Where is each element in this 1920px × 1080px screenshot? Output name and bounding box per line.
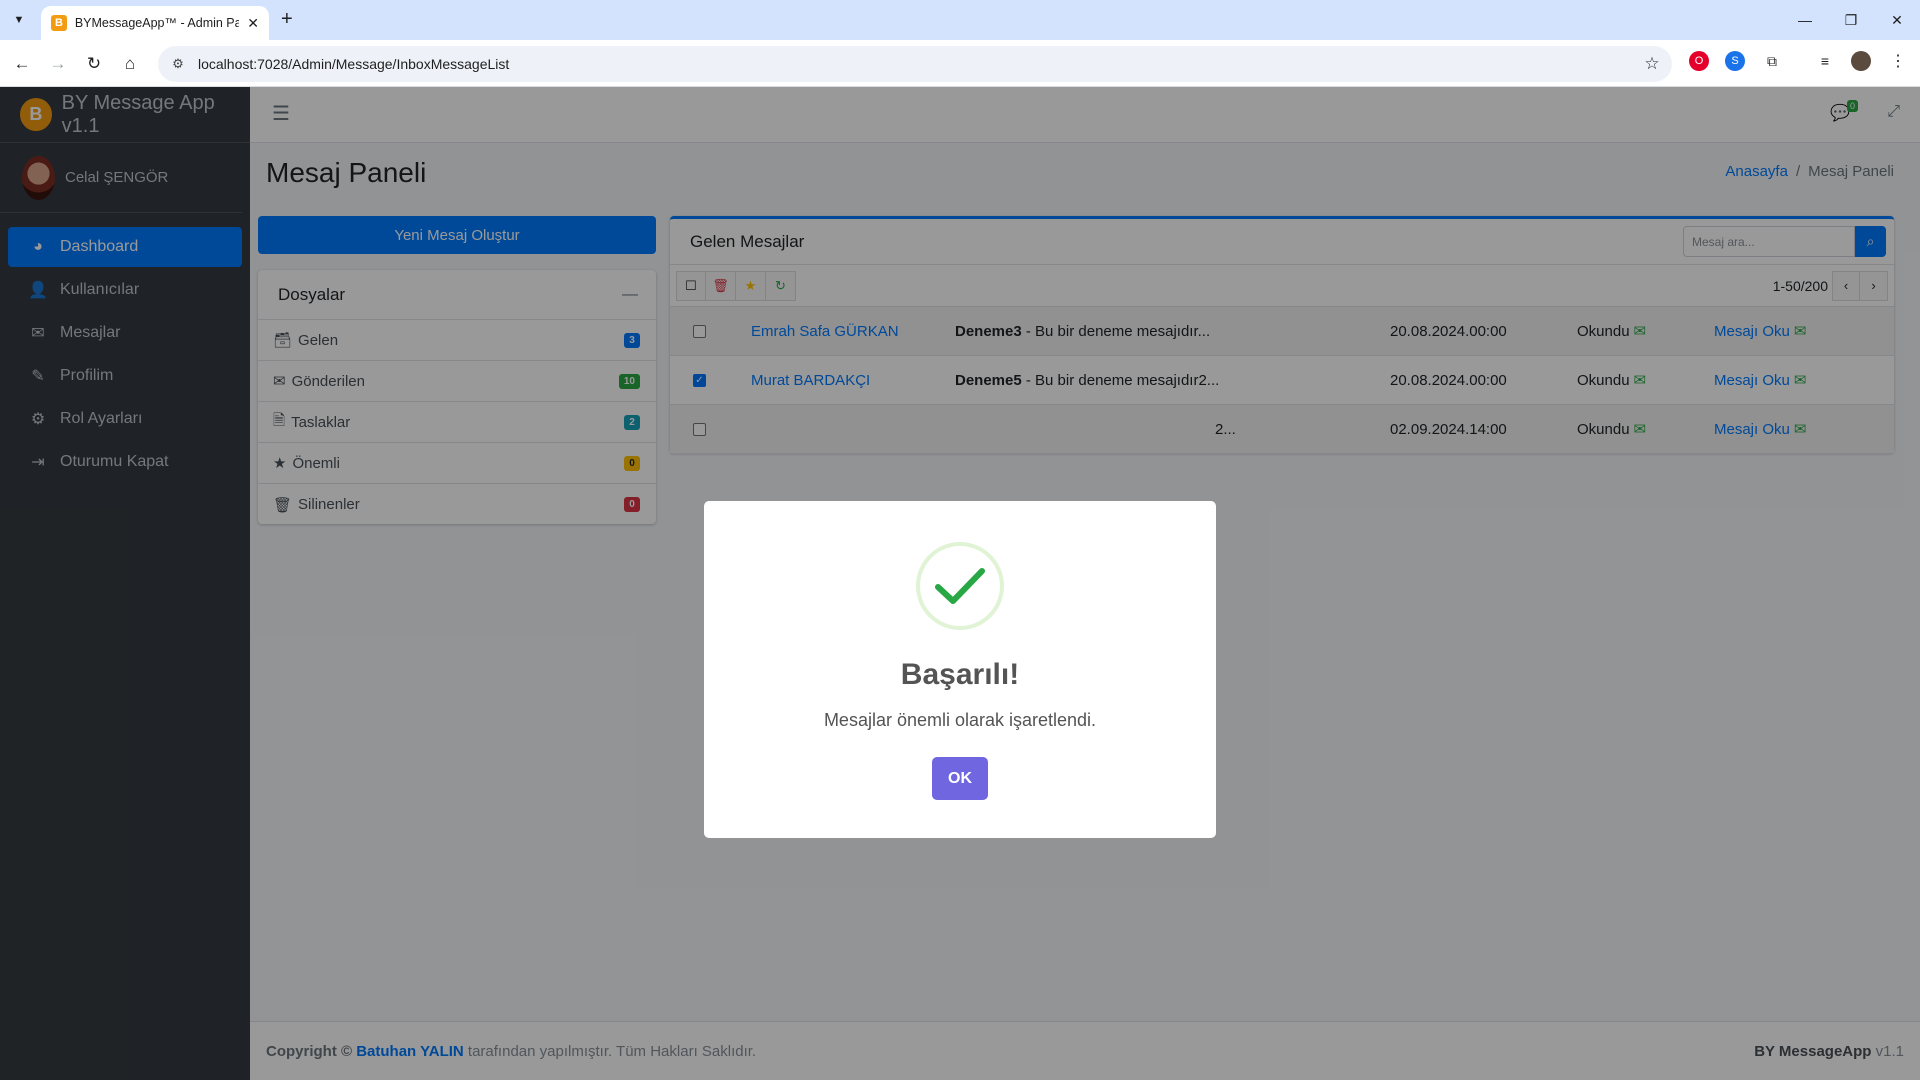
forward-icon[interactable]: → xyxy=(45,51,71,77)
dialog-message: Mesajlar önemli olarak işaretlendi. xyxy=(823,710,1097,730)
reload-icon[interactable]: ↻ xyxy=(81,51,107,77)
sync-extension-icon[interactable]: S xyxy=(1725,51,1745,71)
home-icon[interactable]: ⌂ xyxy=(117,51,143,77)
media-queue-icon[interactable]: ≡ xyxy=(1815,51,1835,71)
tab-search-icon[interactable]: ▼ xyxy=(8,9,30,31)
tab-close-icon[interactable]: ✕ xyxy=(247,15,259,32)
window-controls: — ❐ ✕ xyxy=(1782,0,1920,40)
extensions-puzzle-icon[interactable]: ⧉ xyxy=(1762,51,1782,71)
url-text[interactable]: localhost:7028/Admin/Message/InboxMessag… xyxy=(198,56,1632,72)
restore-icon[interactable]: ❐ xyxy=(1828,0,1874,40)
browser-tab[interactable]: B BYMessageApp™ - Admin Panel ✕ xyxy=(41,6,269,40)
dialog-title: Başarılı! xyxy=(900,658,1020,691)
profile-avatar-icon[interactable] xyxy=(1851,51,1871,71)
new-tab-icon[interactable]: + xyxy=(281,8,293,31)
tab-title: BYMessageApp™ - Admin Panel xyxy=(74,16,240,30)
minimize-icon[interactable]: — xyxy=(1782,0,1828,40)
favicon-icon: B xyxy=(51,15,67,31)
close-window-icon[interactable]: ✕ xyxy=(1874,0,1920,40)
modal-backdrop[interactable]: Başarılı! Mesajlar önemli olarak işaretl… xyxy=(0,87,1920,1080)
browser-toolbar: ← → ↻ ⌂ ⚙ localhost:7028/Admin/Message/I… xyxy=(0,40,1920,87)
browser-menu-icon[interactable]: ⋮ xyxy=(1888,51,1908,71)
site-info-icon[interactable]: ⚙ xyxy=(158,56,198,72)
bookmark-star-icon[interactable]: ☆ xyxy=(1632,54,1672,74)
address-bar[interactable]: ⚙ localhost:7028/Admin/Message/InboxMess… xyxy=(158,46,1672,82)
ok-button[interactable]: OK xyxy=(932,757,988,800)
success-check-icon xyxy=(916,542,1004,630)
success-dialog: Başarılı! Mesajlar önemli olarak işaretl… xyxy=(704,501,1216,838)
browser-tab-bar: ▼ B BYMessageApp™ - Admin Panel ✕ + — ❐ … xyxy=(0,0,1920,40)
back-icon[interactable]: ← xyxy=(9,51,35,77)
opera-extension-icon[interactable]: O xyxy=(1689,51,1709,71)
